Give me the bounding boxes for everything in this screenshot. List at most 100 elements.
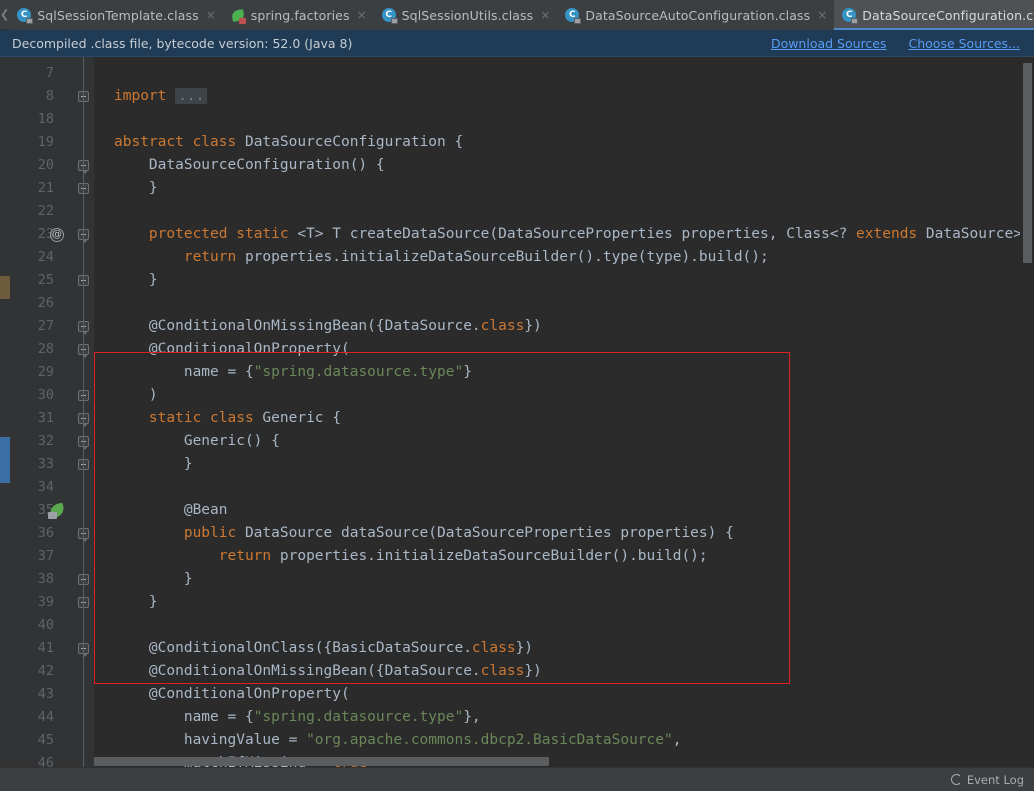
code-token: }: [114, 180, 158, 196]
code-line[interactable]: @Bean: [94, 499, 228, 522]
line-number: 32: [37, 433, 54, 449]
code-line[interactable]: havingValue = "org.apache.commons.dbcp2.…: [94, 729, 682, 752]
code-token: DataSource dataSource(DataSourceProperti…: [244, 525, 734, 541]
code-line[interactable]: @ConditionalOnMissingBean({DataSource.cl…: [94, 315, 542, 338]
code-line[interactable]: return properties.initializeDataSourceBu…: [94, 545, 708, 568]
line-number: 24: [37, 249, 54, 265]
code-editor[interactable]: import ... abstract class DataSourceConfi…: [0, 57, 1034, 767]
code-line[interactable]: [94, 614, 114, 637]
editor-change-marker-strip: [0, 57, 10, 767]
code-line[interactable]: }: [94, 591, 158, 614]
code-line[interactable]: static class Generic {: [94, 407, 341, 430]
code-line[interactable]: import ...: [94, 85, 208, 108]
code-line[interactable]: Generic() {: [94, 430, 280, 453]
editor-tab-label: DataSourceConfiguration.class: [862, 7, 1034, 23]
code-token: havingValue =: [114, 732, 307, 748]
code-line[interactable]: ): [94, 384, 158, 407]
folded-imports-placeholder[interactable]: ...: [175, 88, 208, 104]
line-number: 43: [37, 686, 54, 702]
code-line[interactable]: }: [94, 453, 193, 476]
code-line[interactable]: @ConditionalOnMissingBean({DataSource.cl…: [94, 660, 542, 683]
line-number: 7: [45, 65, 54, 81]
code-line[interactable]: }: [94, 568, 193, 591]
code-line[interactable]: @ConditionalOnProperty(: [94, 338, 350, 361]
download-sources-link[interactable]: Download Sources: [771, 36, 887, 51]
editor-tab-4[interactable]: CDataSourceConfiguration.class×: [834, 0, 1034, 30]
event-log-label[interactable]: Event Log: [967, 773, 1024, 787]
code-line[interactable]: [94, 292, 114, 315]
line-number: 31: [37, 410, 54, 426]
line-number: 19: [37, 134, 54, 150]
code-line[interactable]: [94, 108, 114, 131]
vertical-scrollbar-thumb[interactable]: [1023, 63, 1032, 263]
horizontal-scrollbar-thumb[interactable]: [94, 757, 549, 766]
line-number: 33: [37, 456, 54, 472]
editor-tab-close-icon[interactable]: ×: [817, 9, 827, 21]
code-token: }: [114, 594, 158, 610]
editor-tab-2[interactable]: C SqlSessionUtils.class ×: [373, 0, 558, 30]
spring-bean-icon[interactable]: [48, 502, 66, 519]
code-token: DataSourceConfiguration() {: [114, 157, 385, 173]
editor-tab-close-icon[interactable]: ×: [540, 9, 550, 21]
code-token: extends: [856, 226, 926, 242]
code-token: }): [515, 640, 534, 656]
fold-guide-line: [83, 57, 84, 767]
code-line[interactable]: }: [94, 177, 158, 200]
line-number: 22: [37, 203, 54, 219]
line-number: 27: [37, 318, 54, 334]
code-token: static: [148, 410, 211, 426]
tab-scroll-left-button[interactable]: ❮: [0, 0, 9, 29]
code-token: DataSource> t: [925, 226, 1034, 242]
editor-code-area[interactable]: import ... abstract class DataSourceConfi…: [94, 57, 1034, 767]
annotation-at-icon[interactable]: @: [50, 228, 64, 242]
code-line[interactable]: return properties.initializeDataSourceBu…: [94, 246, 769, 269]
editor-tab-3[interactable]: C DataSourceAutoConfiguration.class ×: [557, 0, 835, 30]
code-token: return: [218, 548, 280, 564]
line-number: 44: [37, 709, 54, 725]
code-line[interactable]: [94, 476, 114, 499]
code-token: <T> T createDataSource(DataSourcePropert…: [297, 226, 857, 242]
code-line[interactable]: }: [94, 269, 158, 292]
line-number: 41: [37, 640, 54, 656]
code-line[interactable]: name = {"spring.datasource.type"},: [94, 706, 481, 729]
code-line[interactable]: name = {"spring.datasource.type"}: [94, 361, 472, 384]
editor-tab-close-icon[interactable]: ×: [357, 9, 367, 21]
code-token: properties.initializeDataSourceBuilder()…: [244, 249, 769, 265]
code-line[interactable]: @ConditionalOnProperty(: [94, 683, 350, 706]
code-token: class: [210, 410, 263, 426]
code-token: class: [471, 640, 516, 656]
java-class-icon: C: [842, 7, 859, 24]
code-token: ): [114, 387, 158, 403]
choose-sources-link[interactable]: Choose Sources...: [909, 36, 1021, 51]
vertical-scrollbar[interactable]: [1020, 57, 1034, 767]
code-token: name = {: [114, 364, 254, 380]
code-token: properties.initializeDataSourceBuilder()…: [279, 548, 708, 564]
code-token: @ConditionalOnProperty(: [114, 341, 350, 357]
code-line[interactable]: abstract class DataSourceConfiguration {: [94, 131, 463, 154]
code-token: @ConditionalOnProperty(: [114, 686, 350, 702]
change-marker-added[interactable]: [0, 437, 10, 483]
horizontal-scrollbar[interactable]: [94, 756, 1020, 767]
editor-tab-0[interactable]: C SqlSessionTemplate.class ×: [9, 0, 223, 30]
code-token: "org.apache.commons.dbcp2.BasicDataSourc…: [306, 732, 673, 748]
code-line[interactable]: protected static <T> T createDataSource(…: [94, 223, 1034, 246]
code-line[interactable]: [94, 200, 114, 223]
code-line[interactable]: DataSourceConfiguration() {: [94, 154, 385, 177]
editor-tab-1[interactable]: spring.factories ×: [222, 0, 374, 30]
code-line[interactable]: public DataSource dataSource(DataSourceP…: [94, 522, 734, 545]
code-token: }): [524, 663, 542, 679]
code-token: @ConditionalOnMissingBean({DataSource.: [114, 318, 481, 334]
editor-tab-close-icon[interactable]: ×: [206, 9, 216, 21]
code-line[interactable]: [94, 62, 114, 85]
line-number: 21: [37, 180, 54, 196]
status-bar: Event Log: [0, 767, 1034, 791]
code-line[interactable]: @ConditionalOnClass({BasicDataSource.cla…: [94, 637, 533, 660]
code-token: abstract: [114, 134, 193, 150]
code-token: import: [114, 88, 176, 104]
change-marker-modified[interactable]: [0, 276, 10, 299]
line-number: 40: [37, 617, 54, 633]
notification-message: Decompiled .class file, bytecode version…: [12, 35, 353, 51]
